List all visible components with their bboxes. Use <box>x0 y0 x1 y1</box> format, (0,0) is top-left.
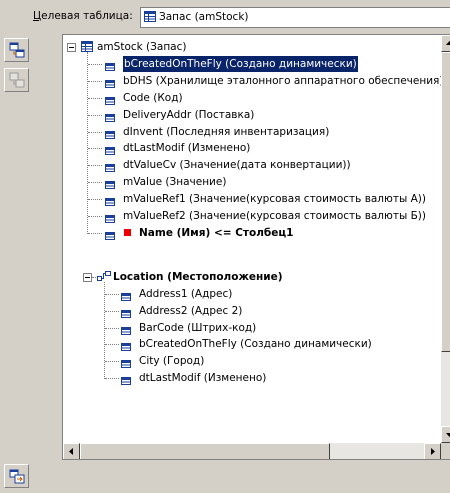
field-icon <box>105 229 115 240</box>
tree-connector-line <box>88 148 102 150</box>
copy-field-disabled-button[interactable] <box>4 68 29 92</box>
field-icon <box>121 324 131 335</box>
tree-connector-line <box>88 114 102 116</box>
tree-connector-line <box>105 310 119 312</box>
vertical-scroll-thumb[interactable] <box>441 52 450 352</box>
tree-connector-line <box>88 216 102 217</box>
field-label: Address1 (Адрес) <box>139 287 233 300</box>
field-label: City (Город) <box>139 355 205 368</box>
arrow-right-icon <box>431 448 435 455</box>
collapse-toggle[interactable] <box>67 43 76 52</box>
target-table-label: Целевая таблица: <box>33 10 133 22</box>
scroll-down-button[interactable] <box>441 426 450 443</box>
field-label: mValue (Значение) <box>123 176 227 189</box>
tree-connector-line <box>88 80 102 82</box>
field-label: Name (Имя) <= Столбец1 <box>139 226 294 239</box>
field-label: bCreatedOnTheFly (Создано динамически) <box>139 338 372 351</box>
field-icon <box>121 340 131 352</box>
field-icon <box>105 161 115 173</box>
field-label: dtLastModif (Изменено) <box>123 142 251 155</box>
tree-connector-line <box>88 232 102 234</box>
horizontal-scrollbar[interactable] <box>63 443 441 459</box>
tree-connector-line <box>88 97 102 99</box>
field-icon <box>105 111 115 122</box>
field-icon <box>121 374 131 386</box>
field-label: mValueRef2 (Значение(курсовая стоимость … <box>123 210 427 222</box>
field-icon <box>105 128 115 139</box>
target-table-value: Запас (amStock) <box>159 11 249 23</box>
tree-connector-line <box>88 182 102 184</box>
target-table-bar: Целевая таблица: Запас (amStock) <box>0 0 450 34</box>
tree-connector-line <box>105 378 119 380</box>
refresh-link-button[interactable] <box>4 464 29 488</box>
tree-connector-line <box>105 344 119 346</box>
link-icon <box>97 270 111 281</box>
tree-connector-line <box>88 131 102 133</box>
field-label: dInvent (Последняя инвентаризация) <box>123 125 330 138</box>
arrow-down-icon <box>446 433 450 437</box>
field-icon <box>105 212 115 223</box>
tree-root-label: amStock (Запас) <box>97 41 187 53</box>
field-label: dtLastModif (Изменено) <box>139 372 267 385</box>
table-icon <box>144 11 156 22</box>
scroll-corner <box>441 443 450 459</box>
vertical-scrollbar[interactable] <box>441 35 450 443</box>
tree-connector-line <box>88 199 102 201</box>
scroll-left-button[interactable] <box>63 443 80 459</box>
field-icon <box>105 178 115 190</box>
field-label: bDHS (Хранилище эталонного аппаратного о… <box>123 74 444 87</box>
collapse-toggle[interactable] <box>83 272 92 282</box>
target-table-combo[interactable]: Запас (amStock) <box>140 7 450 28</box>
link-label: Location (Местоположение) <box>113 270 283 283</box>
scroll-up-button[interactable] <box>441 35 450 52</box>
table-icon <box>81 41 93 52</box>
field-icon <box>105 144 115 156</box>
tree-connector-line <box>88 165 102 167</box>
field-label: BarCode (Штрих-код) <box>139 321 257 334</box>
field-label: Code (Код) <box>123 91 183 104</box>
refresh-link-icon <box>9 469 25 484</box>
scroll-right-button[interactable] <box>424 443 441 459</box>
copy-field-button[interactable] <box>4 38 29 62</box>
field-label: DeliveryAddr (Поставка) <box>123 108 255 121</box>
field-label: mValueRef1 (Значение(курсовая стоимость … <box>123 193 426 206</box>
field-tree[interactable]: amStock (Запас) bCreatedOnTheFly (Создано… <box>62 34 450 460</box>
arrow-left-icon <box>69 448 73 455</box>
field-icon <box>105 60 115 71</box>
field-icon <box>105 195 115 207</box>
copy-field-icon <box>9 42 25 58</box>
tree-connector-line <box>88 63 102 65</box>
tree-connector-line <box>87 52 88 234</box>
field-icon <box>121 307 131 318</box>
horizontal-scroll-thumb[interactable] <box>80 443 330 459</box>
tree-connector-line <box>105 327 119 329</box>
arrow-up-icon <box>446 41 450 45</box>
field-label: dtValueCv (Значение(дата конвертации)) <box>123 159 351 172</box>
tree-connector-line <box>105 293 119 295</box>
field-icon <box>105 94 115 105</box>
field-icon <box>105 77 115 88</box>
copy-field-disabled-icon <box>9 72 25 88</box>
field-label: bCreatedOnTheFly (Создано динамически) <box>122 54 359 73</box>
field-icon <box>121 357 131 369</box>
field-label: Address2 (Адрес 2) <box>139 304 243 317</box>
field-icon <box>121 290 131 301</box>
tree-connector-line <box>105 361 119 363</box>
mapped-marker-icon <box>124 228 131 236</box>
tree-connector-line <box>104 281 105 380</box>
